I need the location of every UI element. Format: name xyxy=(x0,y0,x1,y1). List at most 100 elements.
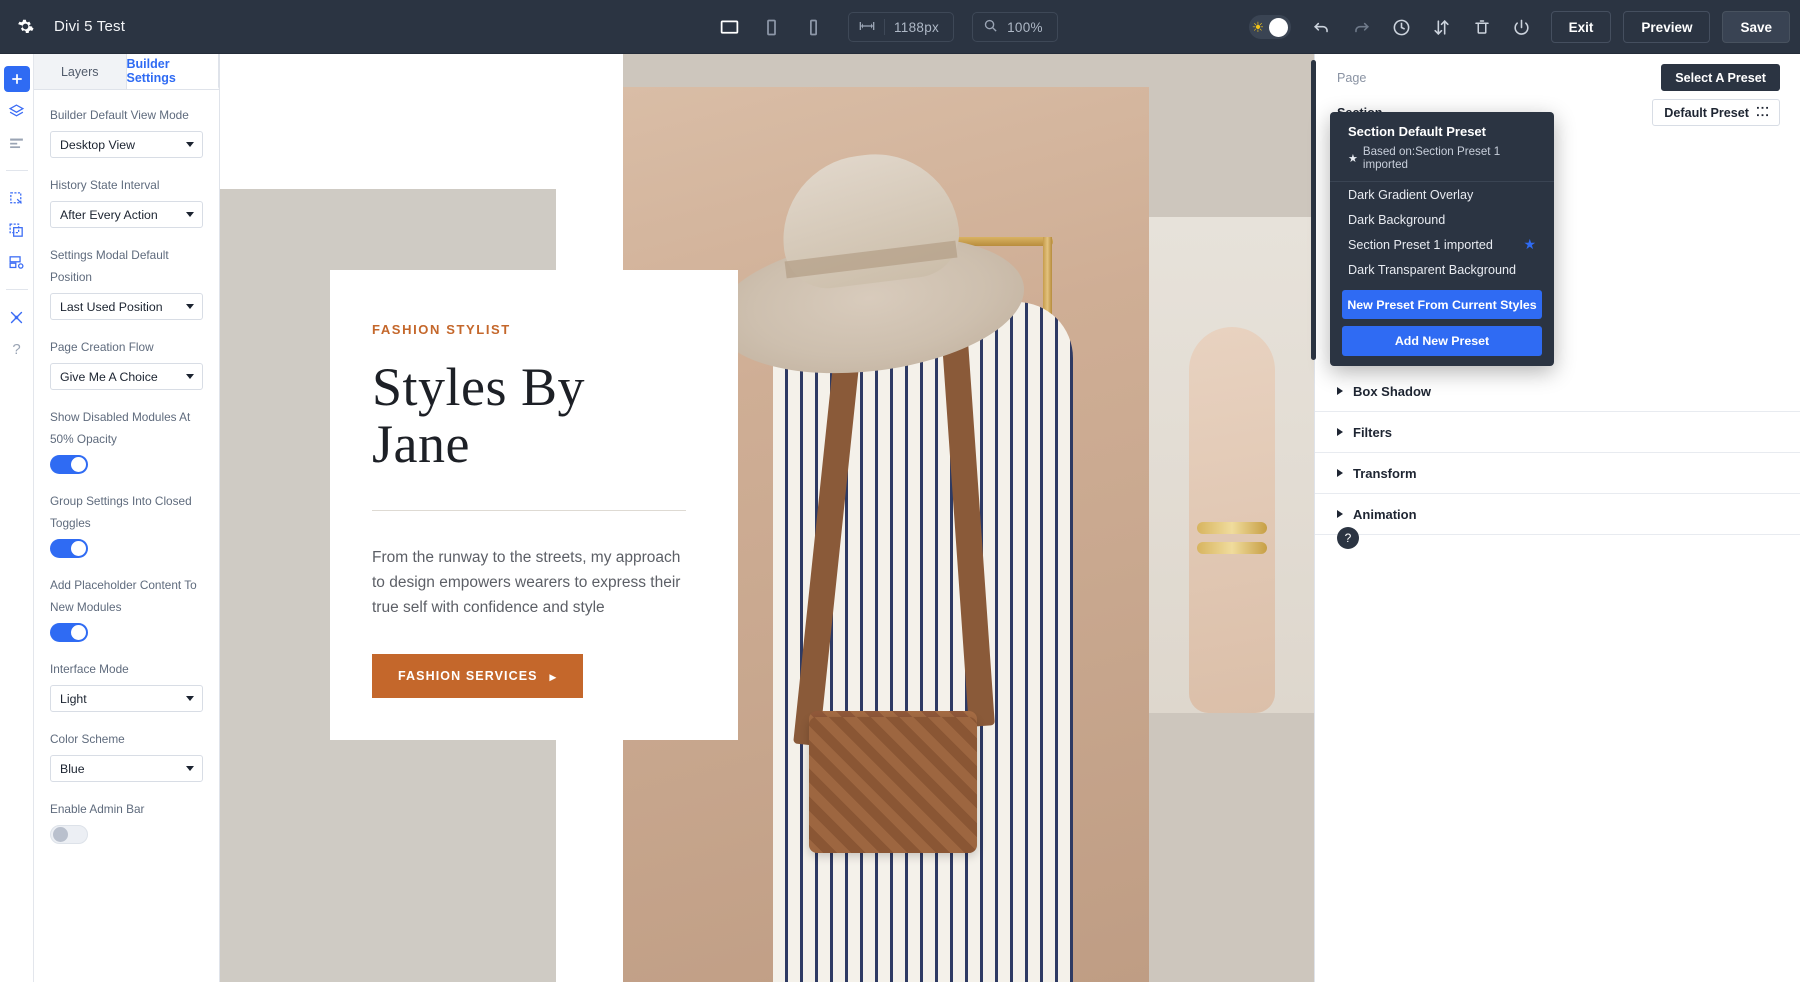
accordion-animation[interactable]: Animation xyxy=(1315,494,1800,535)
star-icon: ★ xyxy=(1348,152,1358,165)
field-color-scheme: Color Scheme Blue xyxy=(50,728,203,782)
wireframe-icon[interactable] xyxy=(4,185,30,211)
divider xyxy=(884,19,885,35)
chevron-down-icon xyxy=(186,212,194,217)
sun-icon[interactable]: ☀ xyxy=(1249,15,1291,39)
toolbar-center-group: 1188px 100% xyxy=(712,0,1058,54)
select-interface-mode[interactable]: Light xyxy=(50,685,203,712)
field-page-creation-flow: Page Creation Flow Give Me A Choice xyxy=(50,336,203,390)
field-label: Group Settings Into Closed Toggles xyxy=(50,490,203,534)
preset-label: Dark Background xyxy=(1348,213,1445,227)
divi-builder-app: Divi 5 Test 1188px xyxy=(0,0,1800,982)
dropdown-header: Section Default Preset ★ Based on:Sectio… xyxy=(1330,124,1554,182)
wide-brim-hat xyxy=(715,147,1025,377)
tablet-icon[interactable] xyxy=(754,10,788,44)
toolbar-right-group: ☀ Exit Preview Save xyxy=(1249,0,1790,54)
default-preset-dropdown[interactable]: Default Preset xyxy=(1652,99,1780,126)
accordion-box-shadow[interactable]: Box Shadow xyxy=(1315,371,1800,412)
question-icon[interactable]: ? xyxy=(4,336,30,362)
accordion-transform[interactable]: Transform xyxy=(1315,453,1800,494)
star-icon[interactable]: ★ xyxy=(1523,236,1536,253)
help-icon[interactable]: ? xyxy=(1337,527,1359,549)
select-value: Blue xyxy=(60,762,85,776)
power-icon[interactable] xyxy=(1505,10,1539,44)
preset-label: Dark Gradient Overlay xyxy=(1348,188,1473,202)
toggle-knob xyxy=(53,827,68,842)
select-value: Light xyxy=(60,692,87,706)
select-color-scheme[interactable]: Blue xyxy=(50,755,203,782)
select-page-creation-flow[interactable]: Give Me A Choice xyxy=(50,363,203,390)
hero-eyebrow: FASHION STYLIST xyxy=(372,322,686,337)
zoom-control[interactable]: 100% xyxy=(972,12,1058,42)
preview-button[interactable]: Preview xyxy=(1623,11,1710,43)
tab-layers[interactable]: Layers xyxy=(34,54,127,89)
library-icon[interactable] xyxy=(4,249,30,275)
select-a-preset-button[interactable]: Select A Preset xyxy=(1661,64,1780,91)
field-label: History State Interval xyxy=(50,174,203,196)
plus-icon[interactable] xyxy=(4,66,30,92)
gold-bangle xyxy=(1197,522,1267,534)
hero-card-inner: FASHION STYLIST Styles By Jane From the … xyxy=(330,270,738,698)
exit-button[interactable]: Exit xyxy=(1551,11,1612,43)
based-on-label: Based on:Section Preset 1 imported xyxy=(1363,145,1536,171)
save-button[interactable]: Save xyxy=(1722,11,1790,43)
gear-icon[interactable] xyxy=(10,12,40,42)
cta-label: FASHION SERVICES xyxy=(398,669,538,683)
accordion-filters[interactable]: Filters xyxy=(1315,412,1800,453)
tools-icon[interactable] xyxy=(4,304,30,330)
history-clock-icon[interactable] xyxy=(1385,10,1419,44)
hero-heading: Styles By Jane xyxy=(372,359,686,472)
toggle-add-placeholder-content[interactable] xyxy=(50,623,88,642)
phone-icon[interactable] xyxy=(796,10,830,44)
select-builder-default-view-mode[interactable]: Desktop View xyxy=(50,131,203,158)
select-settings-modal-default-position[interactable]: Last Used Position xyxy=(50,293,203,320)
search-icon xyxy=(983,18,998,36)
zoom-value: 100% xyxy=(1007,20,1043,35)
accordion-label: Animation xyxy=(1353,507,1417,522)
field-label: Color Scheme xyxy=(50,728,203,750)
builder-settings-panel: Layers Builder Settings Builder Default … xyxy=(34,54,220,982)
toggle-group-settings-toggles[interactable] xyxy=(50,539,88,558)
list-icon[interactable] xyxy=(4,130,30,156)
chevron-down-icon xyxy=(186,374,194,379)
preset-option-dark-gradient-overlay[interactable]: Dark Gradient Overlay xyxy=(1330,182,1554,207)
panel-tabs: Layers Builder Settings xyxy=(34,54,219,90)
sort-arrows-icon[interactable] xyxy=(1425,10,1459,44)
builder-canvas[interactable]: FASHION STYLIST Styles By Jane From the … xyxy=(220,54,1314,982)
canvas-width-control[interactable]: 1188px xyxy=(848,12,954,42)
accordion-label: Box Shadow xyxy=(1353,384,1431,399)
toggle-knob xyxy=(71,625,86,640)
select-history-state-interval[interactable]: After Every Action xyxy=(50,201,203,228)
default-preset-label: Default Preset xyxy=(1664,106,1749,120)
chevron-right-icon xyxy=(1337,510,1343,518)
chevron-right-icon xyxy=(1337,387,1343,395)
toggle-show-disabled-modules[interactable] xyxy=(50,455,88,474)
field-add-placeholder-content: Add Placeholder Content To New Modules xyxy=(50,574,203,642)
new-preset-from-current-styles-button[interactable]: New Preset From Current Styles xyxy=(1342,290,1542,319)
hero-section: FASHION STYLIST Styles By Jane From the … xyxy=(220,54,1314,982)
fashion-services-button[interactable]: FASHION SERVICES ▸ xyxy=(372,654,583,698)
add-new-preset-button[interactable]: Add New Preset xyxy=(1342,326,1542,356)
chevron-down-icon xyxy=(186,304,194,309)
preset-option-dark-background[interactable]: Dark Background xyxy=(1330,207,1554,232)
page-title: Divi 5 Test xyxy=(54,18,125,35)
select-value: After Every Action xyxy=(60,208,158,222)
undo-icon[interactable] xyxy=(1305,10,1339,44)
field-enable-admin-bar: Enable Admin Bar xyxy=(50,798,203,844)
redo-icon[interactable] xyxy=(1345,10,1379,44)
select-value: Desktop View xyxy=(60,138,135,152)
toggle-enable-admin-bar[interactable] xyxy=(50,825,88,844)
trash-icon[interactable] xyxy=(1465,10,1499,44)
preset-option-dark-transparent-background[interactable]: Dark Transparent Background xyxy=(1330,257,1554,282)
chevron-down-icon xyxy=(186,696,194,701)
toggle-knob xyxy=(71,457,86,472)
field-builder-default-view-mode: Builder Default View Mode Desktop View xyxy=(50,104,203,158)
toggle-knob xyxy=(1269,18,1288,37)
model-arm xyxy=(1189,327,1275,713)
desktop-icon[interactable] xyxy=(712,10,746,44)
clone-icon[interactable] xyxy=(4,217,30,243)
tab-builder-settings[interactable]: Builder Settings xyxy=(127,54,220,89)
preset-option-section-preset-1-imported[interactable]: Section Preset 1 imported ★ xyxy=(1330,232,1554,257)
layers-icon[interactable] xyxy=(4,98,30,124)
page-preset-row: Page Select A Preset xyxy=(1315,62,1800,93)
